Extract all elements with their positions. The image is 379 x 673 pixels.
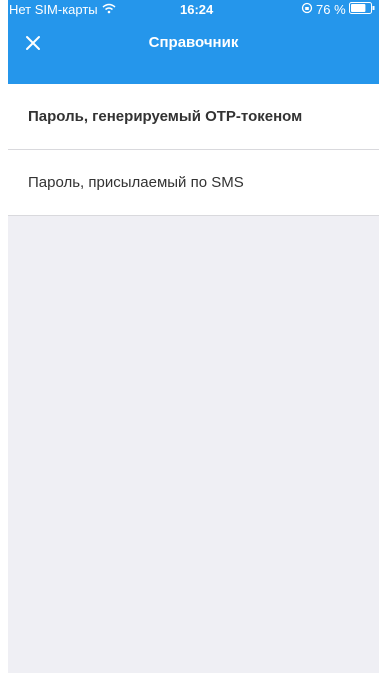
list-item-label: Пароль, генерируемый OTP-токеном <box>28 108 303 125</box>
carrier-label: Нет SIM-карты <box>9 2 98 17</box>
status-bar: Нет SIM-карты 16:24 76 % <box>8 0 379 20</box>
orientation-lock-icon <box>301 2 313 17</box>
status-time: 16:24 <box>180 2 214 17</box>
reference-list: Пароль, генерируемый OTP-токеном Пароль,… <box>8 84 379 216</box>
page-title: Справочник <box>148 33 239 51</box>
carrier-group: Нет SIM-карты <box>9 2 116 17</box>
list-item-sms-password[interactable]: Пароль, присылаемый по SMS <box>8 150 379 216</box>
navigation-bar: Справочник <box>8 20 379 84</box>
list-item-label: Пароль, присылаемый по SMS <box>28 174 244 191</box>
list-item-otp-token[interactable]: Пароль, генерируемый OTP-токеном <box>8 84 379 150</box>
battery-percent: 76 % <box>316 2 346 17</box>
battery-icon <box>348 2 375 17</box>
status-right-group: 76 % <box>301 2 375 17</box>
wifi-icon <box>102 2 116 17</box>
app-frame: Нет SIM-карты 16:24 76 % Справочник Паро… <box>8 0 379 673</box>
